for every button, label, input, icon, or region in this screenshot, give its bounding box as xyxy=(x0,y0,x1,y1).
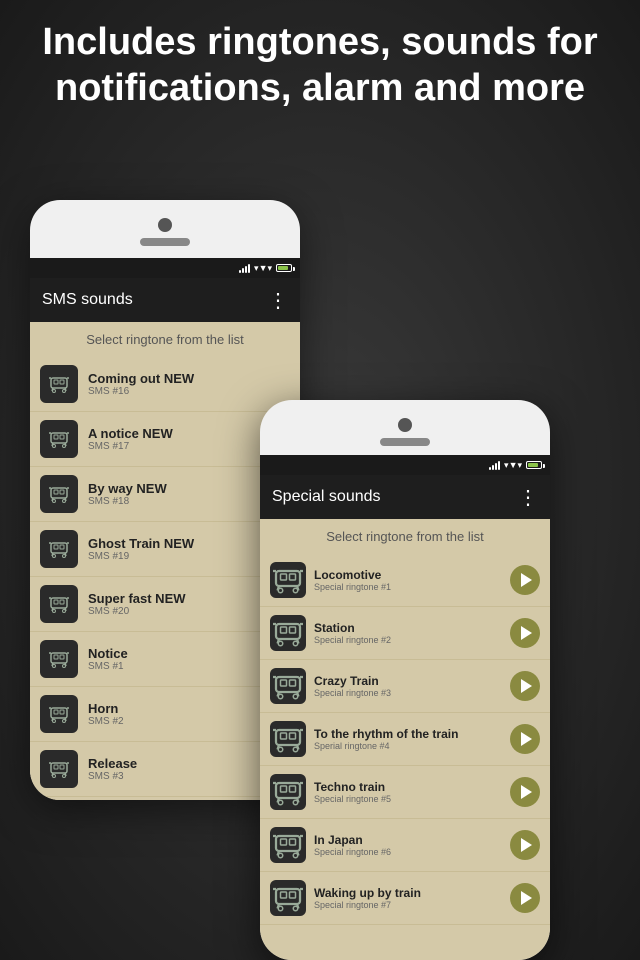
status-bar-1: ▾▼▾ xyxy=(30,258,300,278)
track-icon-2 xyxy=(270,774,306,810)
phone2-list: Locomotive Special ringtone #1 Station S… xyxy=(260,554,550,925)
item-name-2: Techno train xyxy=(314,780,502,794)
item-sub-2: Special ringtone #3 xyxy=(314,688,502,698)
item-sub-2: Special ringtone #6 xyxy=(314,847,502,857)
list-item[interactable]: To the rhythm of the train Sperial ringt… xyxy=(260,713,550,766)
play-button[interactable] xyxy=(510,671,540,701)
item-name: Coming out NEW xyxy=(88,371,290,386)
track-icon xyxy=(40,530,78,568)
track-icon xyxy=(40,475,78,513)
app-title-2: Special sounds xyxy=(272,488,381,506)
track-icon-2 xyxy=(270,827,306,863)
list-header-1: Select ringtone from the list xyxy=(30,322,300,357)
item-name-2: Locomotive xyxy=(314,568,502,582)
track-icon xyxy=(40,585,78,623)
status-bar-2: ▾▼▾ xyxy=(260,455,550,475)
item-sub: SMS #16 xyxy=(88,386,290,397)
track-icon xyxy=(40,365,78,403)
play-button[interactable] xyxy=(510,618,540,648)
item-sub-2: Special ringtone #5 xyxy=(314,794,502,804)
item-sub-2: Sperial ringtone #4 xyxy=(314,741,502,751)
item-name-2: Waking up by train xyxy=(314,886,502,900)
signal-icon xyxy=(239,263,250,273)
list-item[interactable]: Locomotive Special ringtone #1 xyxy=(260,554,550,607)
menu-button-2[interactable]: ⋮ xyxy=(518,485,538,510)
phone2-camera xyxy=(398,418,412,432)
menu-button-1[interactable]: ⋮ xyxy=(268,288,288,313)
track-icon xyxy=(40,420,78,458)
play-button[interactable] xyxy=(510,777,540,807)
track-icon xyxy=(40,640,78,678)
list-item[interactable]: In Japan Special ringtone #6 xyxy=(260,819,550,872)
track-icon-2 xyxy=(270,668,306,704)
track-icon-2 xyxy=(270,615,306,651)
track-icon-2 xyxy=(270,880,306,916)
item-sub-2: Special ringtone #1 xyxy=(314,582,502,592)
track-icon-2 xyxy=(270,562,306,598)
item-name-2: To the rhythm of the train xyxy=(314,727,502,741)
header-text: Includes ringtones, sounds for notificat… xyxy=(0,20,640,111)
list-item[interactable]: Waking up by train Special ringtone #7 xyxy=(260,872,550,925)
track-icon xyxy=(40,750,78,788)
item-name-2: Crazy Train xyxy=(314,674,502,688)
item-sub-2: Special ringtone #7 xyxy=(314,900,502,910)
list-item[interactable]: Crazy Train Special ringtone #3 xyxy=(260,660,550,713)
battery-icon-2 xyxy=(526,461,542,469)
track-icon xyxy=(40,695,78,733)
list-header-2: Select ringtone from the list xyxy=(260,519,550,554)
item-sub-2: Special ringtone #2 xyxy=(314,635,502,645)
item-name-2: In Japan xyxy=(314,833,502,847)
phone1-camera xyxy=(158,218,172,232)
item-name-2: Station xyxy=(314,621,502,635)
play-button[interactable] xyxy=(510,565,540,595)
play-button[interactable] xyxy=(510,724,540,754)
app-bar-2: Special sounds ⋮ xyxy=(260,475,550,519)
battery-icon xyxy=(276,264,292,272)
play-button[interactable] xyxy=(510,830,540,860)
play-button[interactable] xyxy=(510,883,540,913)
app-title-1: SMS sounds xyxy=(42,291,133,309)
track-icon-2 xyxy=(270,721,306,757)
signal-icon-2 xyxy=(489,460,500,470)
list-item[interactable]: Coming out NEW SMS #16 xyxy=(30,357,300,412)
phone2-speaker xyxy=(380,438,430,446)
list-item[interactable]: Techno train Special ringtone #5 xyxy=(260,766,550,819)
list-item[interactable]: Station Special ringtone #2 xyxy=(260,607,550,660)
phone1-speaker xyxy=(140,238,190,246)
phone2-screen: ▾▼▾ Special sounds ⋮ Select ringtone fro… xyxy=(260,455,550,960)
phone2: ▾▼▾ Special sounds ⋮ Select ringtone fro… xyxy=(260,400,550,960)
app-bar-1: SMS sounds ⋮ xyxy=(30,278,300,322)
